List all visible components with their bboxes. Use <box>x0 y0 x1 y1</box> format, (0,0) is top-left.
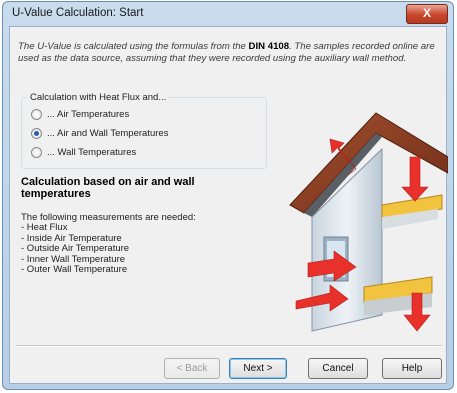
radio-label[interactable]: ... Air Temperatures <box>47 109 129 120</box>
dialog-window: U-Value Calculation: Start X The U-Value… <box>2 1 454 390</box>
radio-label[interactable]: ... Air and Wall Temperatures <box>47 128 168 139</box>
list-item: - Heat Flux <box>21 222 68 233</box>
wall-section-illustration <box>289 112 448 332</box>
radio-button[interactable] <box>31 109 42 120</box>
standard-name: DIN 4108 <box>248 41 290 52</box>
intro-text: The U-Value is calculated using the form… <box>18 41 435 64</box>
title-bar[interactable]: U-Value Calculation: Start X <box>3 2 453 26</box>
dialog-content: The U-Value is calculated using the form… <box>9 26 448 384</box>
radio-button-selected[interactable] <box>31 128 42 139</box>
radio-wall-temperatures[interactable]: ... Wall Temperatures <box>31 147 136 158</box>
radio-air-temperatures[interactable]: ... Air Temperatures <box>31 109 129 120</box>
measurement-list: - Heat Flux - Inside Air Temperature - O… <box>21 222 129 276</box>
cancel-button[interactable]: Cancel <box>308 358 368 379</box>
calculation-title: Calculation based on air and wall temper… <box>21 176 195 200</box>
divider <box>16 345 442 347</box>
next-button[interactable]: Next > <box>229 358 287 379</box>
list-item: - Outer Wall Temperature <box>21 264 128 276</box>
radio-button[interactable] <box>31 147 42 158</box>
radio-air-and-wall-temperatures[interactable]: ... Air and Wall Temperatures <box>31 128 168 139</box>
back-button[interactable]: < Back <box>164 358 220 379</box>
radio-label[interactable]: ... Wall Temperatures <box>47 147 136 158</box>
heat-arrow-up-right <box>401 156 429 202</box>
close-button[interactable]: X <box>406 4 448 24</box>
groupbox-label: Calculation with Heat Flux and... <box>28 92 169 103</box>
help-button[interactable]: Help <box>382 358 442 379</box>
calculation-groupbox: Calculation with Heat Flux and... ... Ai… <box>21 92 267 169</box>
window-title: U-Value Calculation: Start <box>12 7 144 19</box>
